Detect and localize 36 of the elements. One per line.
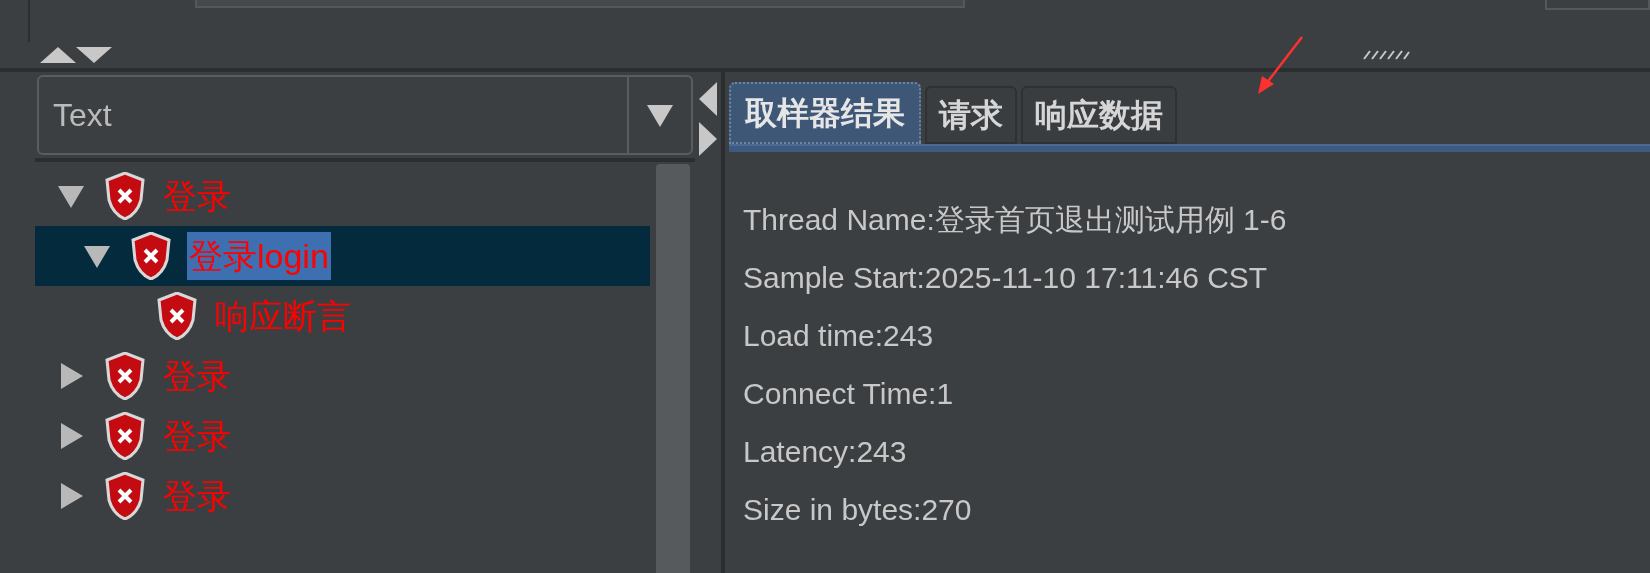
collapse-toggle-icon[interactable] bbox=[58, 184, 84, 208]
error-shield-icon bbox=[105, 472, 145, 520]
tab[interactable]: 取样器结果 bbox=[729, 82, 921, 144]
move-up-icon[interactable] bbox=[40, 46, 76, 64]
view-dropdown[interactable]: Text bbox=[37, 75, 693, 155]
expand-toggle-icon[interactable] bbox=[59, 483, 83, 509]
dropdown-value: Text bbox=[52, 96, 113, 135]
dropdown-arrow-icon[interactable] bbox=[647, 103, 673, 127]
result-line: Latency:243 bbox=[743, 434, 908, 470]
tab[interactable]: 响应数据 bbox=[1021, 86, 1177, 144]
expand-right-icon[interactable] bbox=[699, 122, 717, 156]
result-line: Load time:243 bbox=[743, 318, 935, 354]
result-line: Sample Start:2025-11-10 17:11:46 CST bbox=[743, 260, 1269, 296]
collapse-left-icon[interactable] bbox=[699, 82, 717, 116]
tree-item[interactable]: 响应断言 bbox=[213, 292, 353, 340]
expand-toggle-icon[interactable] bbox=[59, 363, 83, 389]
scrollbar-thumb[interactable] bbox=[655, 164, 690, 573]
annotation-arrow bbox=[1256, 36, 1304, 94]
grip-icon[interactable] bbox=[1362, 50, 1410, 60]
tree-item[interactable]: 登录 bbox=[161, 412, 233, 460]
text-field[interactable] bbox=[195, 0, 965, 8]
error-shield-icon bbox=[131, 232, 171, 280]
error-shield-icon bbox=[157, 292, 197, 340]
error-shield-icon bbox=[105, 412, 145, 460]
error-shield-icon bbox=[105, 172, 145, 220]
tree-item[interactable]: 登录 bbox=[161, 172, 233, 220]
error-shield-icon bbox=[105, 352, 145, 400]
move-down-icon[interactable] bbox=[76, 46, 112, 64]
result-line: Connect Time:1 bbox=[743, 376, 955, 412]
tree-item[interactable]: 登录 bbox=[161, 352, 233, 400]
collapse-toggle-icon[interactable] bbox=[84, 244, 110, 268]
result-line: Thread Name:登录首页退出测试用例 1-6 bbox=[743, 202, 1288, 238]
tree-item[interactable]: 登录 bbox=[161, 472, 233, 520]
tab[interactable]: 请求 bbox=[925, 86, 1017, 144]
expand-toggle-icon[interactable] bbox=[59, 423, 83, 449]
result-line: Size in bytes:270 bbox=[743, 492, 973, 528]
